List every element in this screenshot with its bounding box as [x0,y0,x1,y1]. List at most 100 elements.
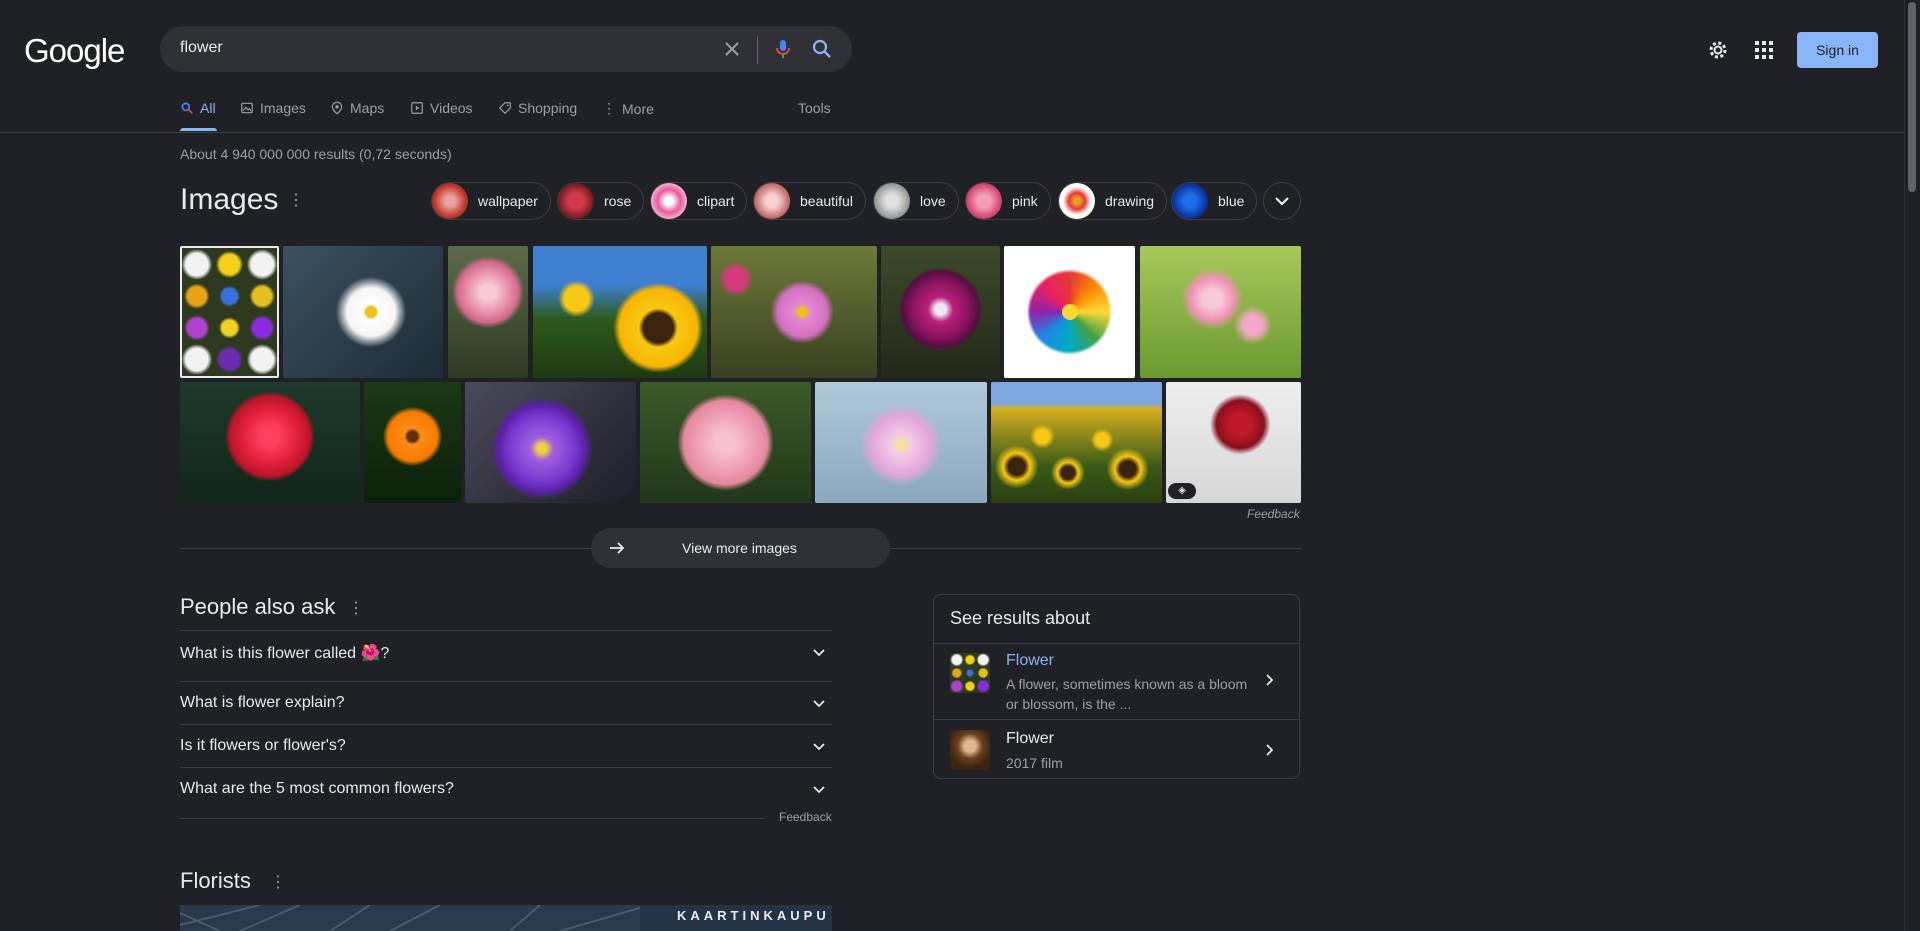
tag-icon [498,102,511,115]
tab-more[interactable]: ⋮ More [602,100,654,117]
image-result-rainbow-flower[interactable] [1004,246,1135,378]
chevron-down-icon [813,743,825,751]
chip-drawing[interactable]: drawing [1058,182,1168,220]
chip-beautiful[interactable]: beautiful [753,182,866,220]
sign-in-button[interactable]: Sign in [1797,32,1878,68]
people-also-ask-title: People also ask [180,594,336,619]
view-more-label: View more images [682,540,797,556]
apps-grid-icon[interactable] [1754,40,1774,60]
florists-map[interactable]: KAARTINKAUPU [180,905,832,931]
entity-name[interactable]: Flower [1006,730,1054,748]
entity-name[interactable]: Flower [1006,652,1054,670]
chip-label: pink [1012,193,1038,209]
chips-expand-button[interactable] [1263,182,1301,220]
google-logo[interactable]: Google [24,32,125,70]
view-more-images-button[interactable]: View more images [591,528,890,568]
see-results-about-title: See results about [950,608,1091,628]
more-options-icon[interactable]: ⋮ [270,872,286,892]
tab-shopping[interactable]: Shopping [498,100,577,116]
image-result-camellia[interactable] [640,382,811,503]
result-stats: About 4 940 000 000 results (0,72 second… [180,146,452,162]
question-item[interactable]: What are the 5 most common flowers? [180,767,832,810]
chip-label: wallpaper [478,193,538,209]
image-result-red-rose[interactable]: ◈ [1166,382,1301,503]
search-input[interactable]: flower [180,39,223,57]
more-options-icon[interactable]: ⋮ [348,598,364,618]
tab-label: All [200,100,216,116]
more-options-icon[interactable]: ⋮ [288,190,304,210]
chip-thumbnail [966,183,1002,219]
chip-label: clipart [697,193,735,209]
chevron-down-icon [813,700,825,708]
tab-label: Videos [430,100,473,116]
tile-image [991,382,1162,503]
chip-pink[interactable]: pink [965,182,1051,220]
people-also-ask-divider [180,818,764,819]
tab-label: Images [260,100,306,116]
image-result-pink-blossoms[interactable] [1140,246,1301,378]
chevron-down-icon [1275,197,1289,206]
entity-thumbnail [950,730,990,770]
image-result-pink-lotus[interactable] [815,382,987,503]
chip-love[interactable]: love [873,182,959,220]
search-box[interactable]: flower [160,26,852,72]
image-result-cosmos[interactable] [711,246,877,378]
entity-description: 2017 film [1006,755,1063,771]
chip-label: drawing [1105,193,1155,209]
image-result-red-dahlia[interactable] [180,382,360,503]
tab-label: Shopping [518,100,578,116]
chip-rose[interactable]: rose [557,182,645,220]
scrollbar-thumb[interactable] [1908,2,1916,192]
image-result-orange-flower[interactable] [364,382,461,503]
chip-thumbnail [754,183,790,219]
play-icon [411,102,423,114]
chip-label: beautiful [800,193,853,209]
question-item[interactable]: Is it flowers or flower's? [180,724,832,767]
image-result-daisy[interactable] [283,246,443,378]
vertical-dots-icon: ⋮ [602,100,616,116]
images-feedback-link[interactable]: Feedback [1247,507,1300,521]
image-result-pink-rose[interactable] [448,246,528,378]
image-result-dahlia[interactable] [881,246,1000,378]
people-also-ask-feedback-link[interactable]: Feedback [779,810,832,824]
map-district-label: KAARTINKAUPU [677,908,830,923]
question-text: What is this flower called 🌺? [180,643,389,663]
chip-thumbnail [558,183,594,219]
chevron-down-icon [813,649,825,657]
tab-all[interactable]: All [180,100,216,116]
microphone-icon[interactable] [771,37,795,61]
question-text-part: ? [380,645,390,662]
tab-maps[interactable]: Maps [330,100,384,116]
map-pin-icon [331,101,343,115]
question-item[interactable]: What is this flower called 🌺? [180,630,832,673]
chip-label: blue [1218,193,1245,209]
search-icon[interactable] [810,37,834,61]
question-text: Is it flowers or flower's? [180,737,346,754]
chip-label: love [920,193,946,209]
arrow-right-icon [610,542,625,554]
close-icon[interactable] [720,37,744,61]
image-result-flower-collage[interactable] [180,246,279,378]
tab-videos[interactable]: Videos [410,100,473,116]
image-result-purple-lotus[interactable] [465,382,636,503]
gear-icon[interactable] [1706,38,1730,62]
chip-blue[interactable]: blue [1171,182,1258,220]
image-icon [241,102,253,114]
question-item[interactable]: What is flower explain? [180,681,832,724]
tools-button[interactable]: Tools [798,100,831,116]
tab-label: More [622,100,654,117]
see-results-about-card: See results about Flower A flower, somet… [933,594,1300,779]
image-result-sunflower[interactable] [533,246,707,378]
search-icon [181,102,193,114]
florists-title: Florists [180,868,251,893]
question-text: What is flower explain? [180,694,345,711]
chip-wallpaper[interactable]: wallpaper [431,182,551,220]
chip-thumbnail [1172,183,1208,219]
entity-row-flower[interactable]: Flower A flower, sometimes known as a bl… [934,643,1299,720]
tab-images[interactable]: Images [240,100,306,116]
image-result-sunflower-field[interactable] [991,382,1162,503]
entity-description: A flower, sometimes known as a bloom or … [1006,676,1248,712]
entity-row-flower-film[interactable]: Flower 2017 film [934,719,1299,780]
chip-clipart[interactable]: clipart [650,182,748,220]
tile-center [1062,304,1078,320]
